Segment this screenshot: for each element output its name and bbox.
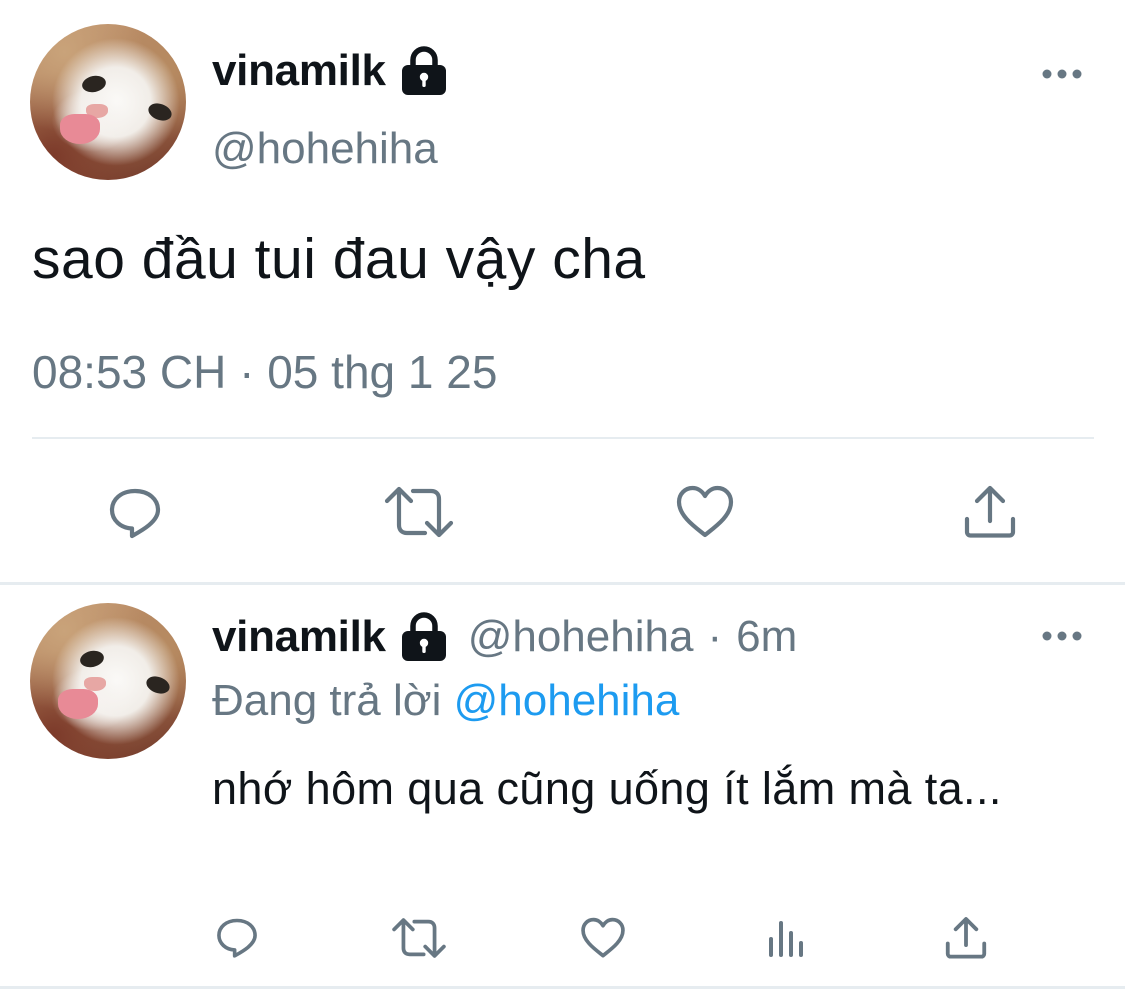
more-options-icon[interactable] bbox=[1042, 68, 1082, 80]
replying-to: Đang trả lời @hohehiha bbox=[212, 676, 679, 726]
display-name[interactable]: vinamilk bbox=[212, 46, 386, 96]
reply-user-handle[interactable]: @hohehiha bbox=[468, 612, 694, 662]
tweet-text: sao đầu tui đau vậy cha bbox=[32, 227, 646, 291]
section-divider bbox=[0, 582, 1125, 585]
author-name-row: vinamilk bbox=[212, 46, 448, 96]
divider bbox=[32, 437, 1094, 439]
lock-icon bbox=[401, 46, 446, 95]
share-icon bbox=[964, 485, 1016, 538]
lock-icon bbox=[401, 612, 446, 661]
share-button[interactable] bbox=[960, 482, 1020, 542]
reply-like-button[interactable] bbox=[579, 916, 627, 960]
reply-display-name[interactable]: vinamilk bbox=[212, 612, 386, 662]
tweet-timestamp[interactable]: 08:53 CH · 05 thg 1 25 bbox=[32, 345, 497, 399]
replying-to-mention[interactable]: @hohehiha bbox=[454, 676, 680, 725]
reply-more-options-icon[interactable] bbox=[1042, 630, 1082, 642]
share-icon bbox=[945, 917, 987, 959]
reply-share-button[interactable] bbox=[942, 914, 990, 962]
user-handle[interactable]: @hohehiha bbox=[212, 124, 438, 174]
bottom-divider bbox=[0, 986, 1125, 989]
reply-text: nhớ hôm qua cũng uống ít lắm mà ta... bbox=[212, 763, 1002, 814]
reply-icon bbox=[217, 918, 257, 958]
like-icon bbox=[581, 917, 625, 958]
reply-header: vinamilk @hohehiha · 6m bbox=[212, 612, 797, 662]
replying-to-label: Đang trả lời bbox=[212, 676, 442, 725]
retweet-icon bbox=[392, 918, 446, 958]
reply-analytics-button[interactable] bbox=[764, 916, 808, 960]
reply-button[interactable] bbox=[104, 482, 166, 542]
avatar[interactable] bbox=[30, 24, 186, 180]
meta-separator: · bbox=[707, 612, 723, 661]
tweet-detail-page: vinamilk @hohehiha sao đầu tui đau vậy c… bbox=[0, 0, 1125, 990]
like-button[interactable] bbox=[674, 484, 736, 540]
reply-reply-button[interactable] bbox=[214, 914, 260, 960]
retweet-button[interactable] bbox=[382, 484, 456, 540]
analytics-icon bbox=[769, 921, 803, 957]
reply-avatar[interactable] bbox=[30, 603, 186, 759]
retweet-icon bbox=[384, 486, 454, 538]
reply-time[interactable]: 6m bbox=[736, 612, 797, 662]
reply-icon bbox=[109, 488, 161, 539]
reply-retweet-button[interactable] bbox=[390, 916, 448, 960]
like-icon bbox=[676, 485, 734, 538]
